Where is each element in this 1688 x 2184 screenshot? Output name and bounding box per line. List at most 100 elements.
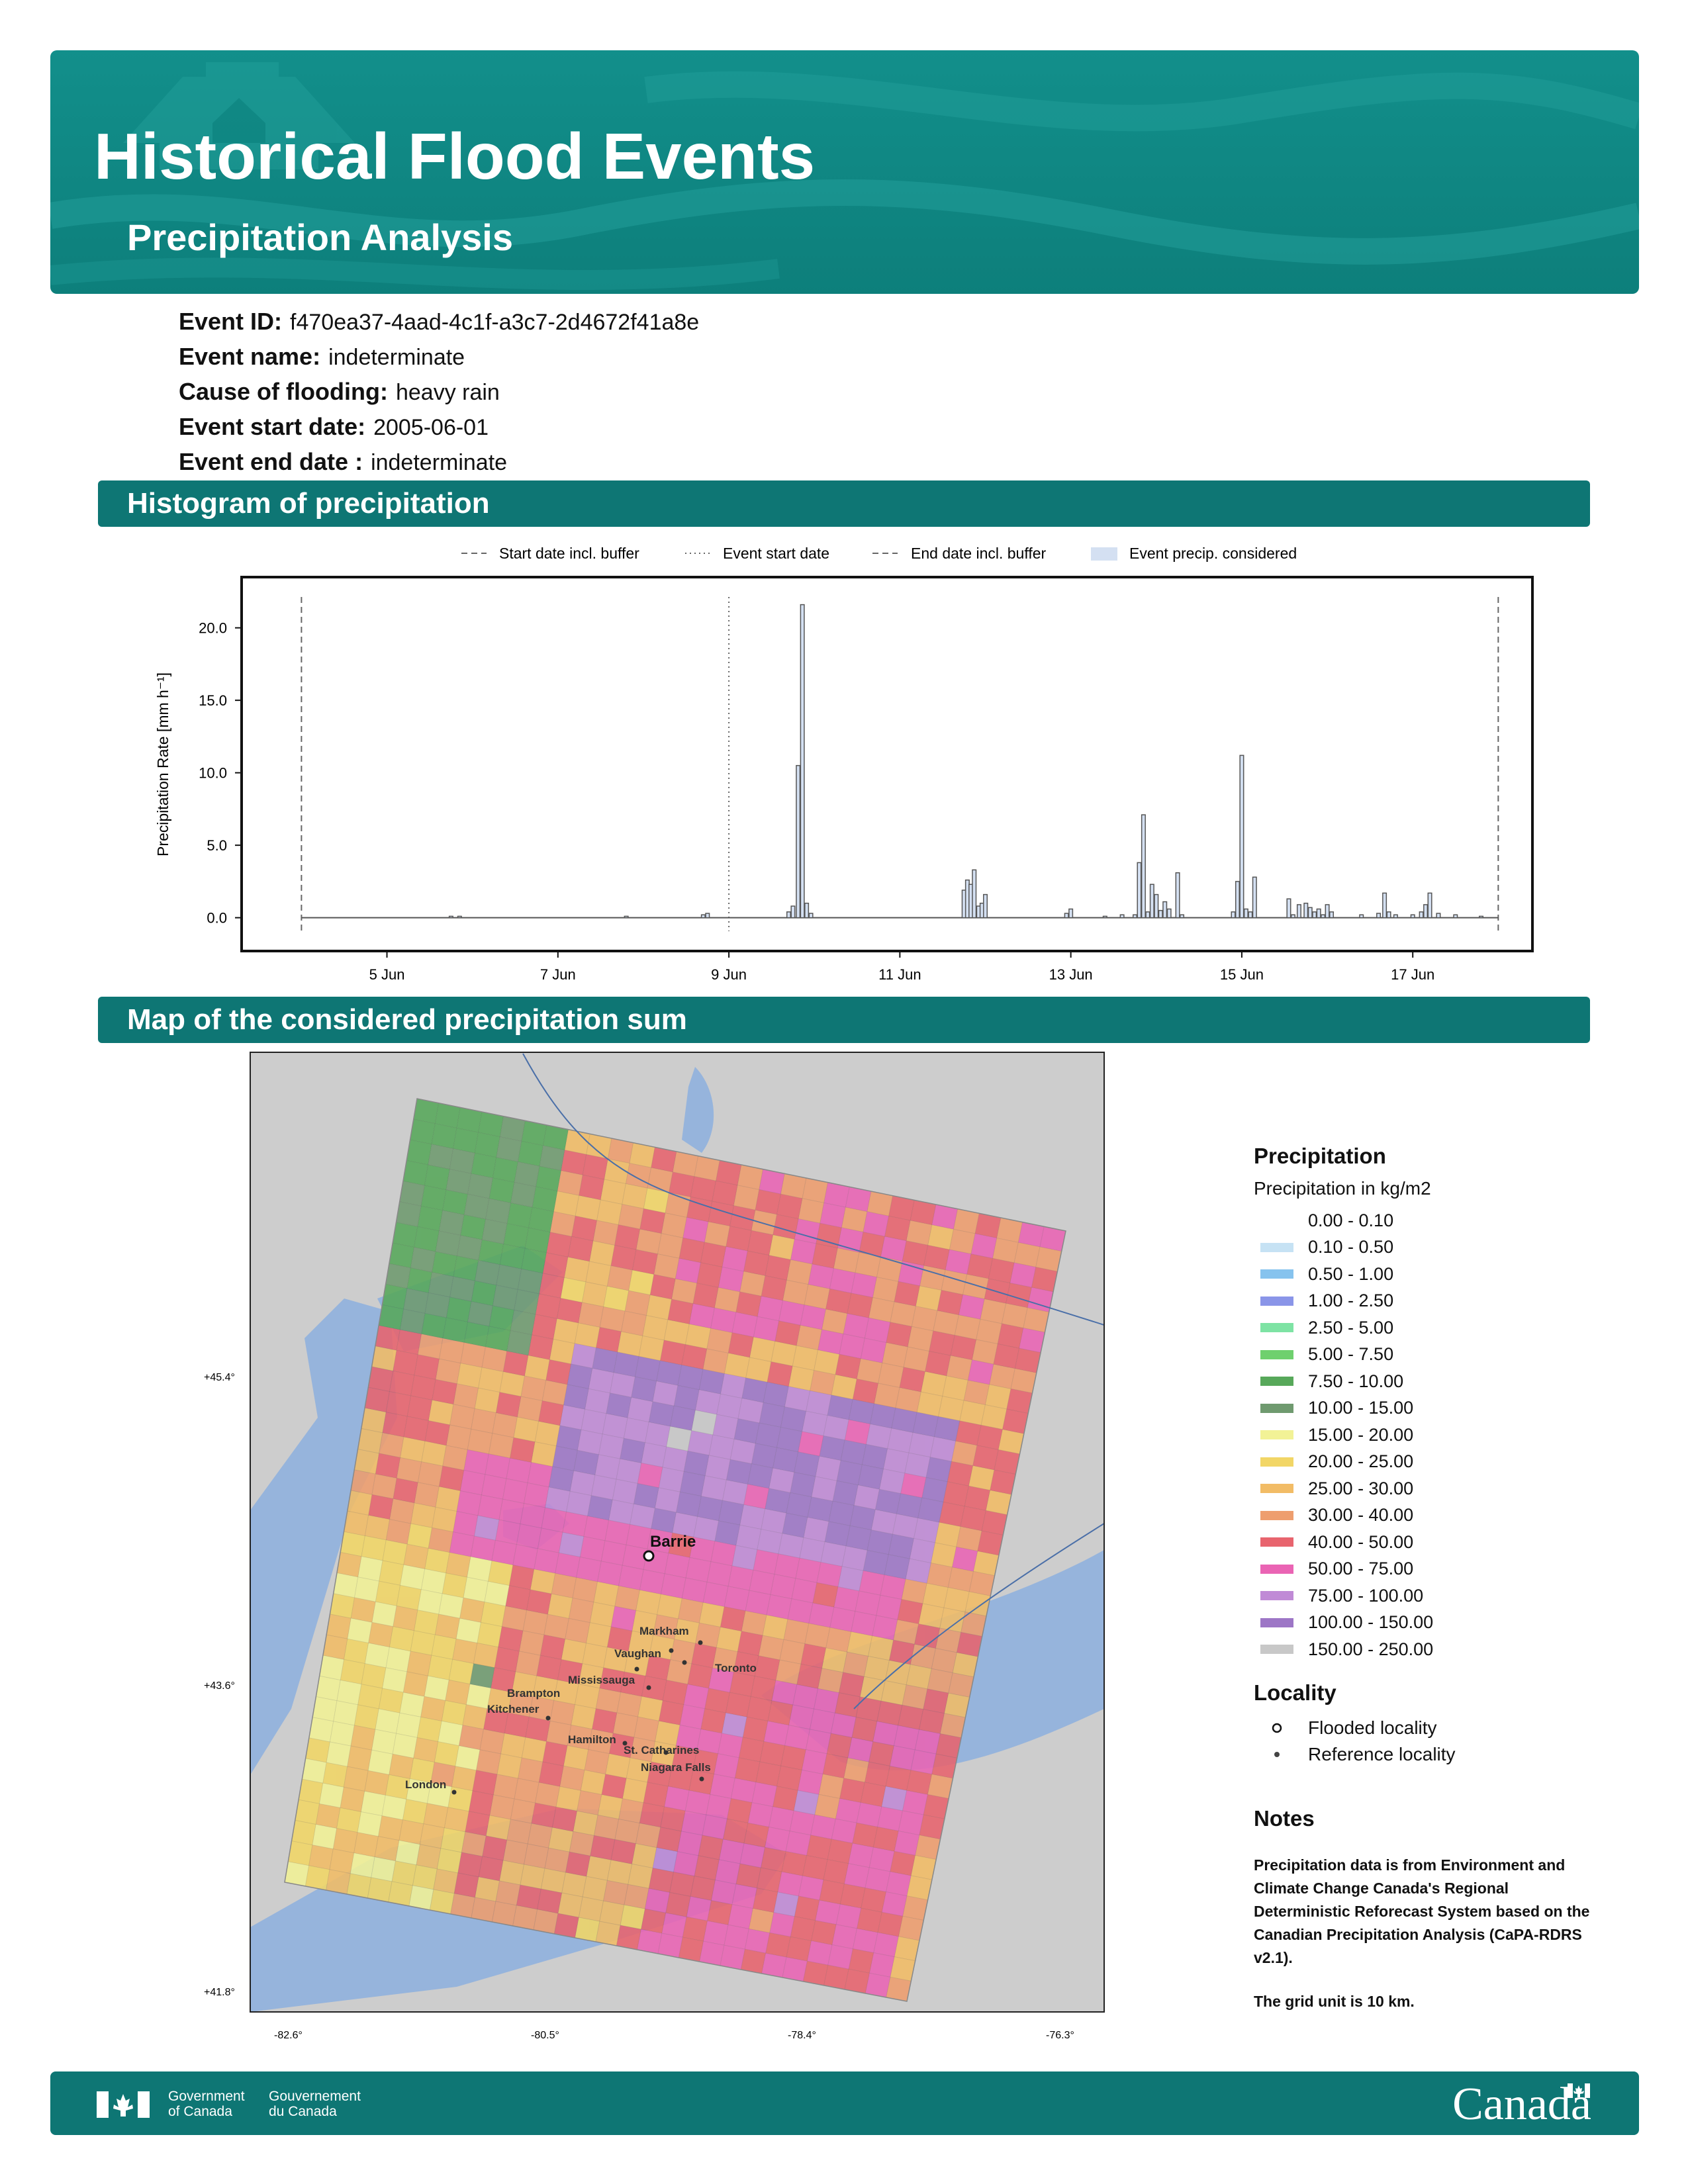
grid-cell (350, 1852, 375, 1878)
grid-cell (714, 1859, 741, 1885)
legend-bin-label: 40.00 - 50.00 (1308, 1531, 1414, 1552)
legend-event-start-label: Event start date (723, 545, 829, 562)
precip-bar (1312, 911, 1317, 919)
grid-cell (769, 1912, 795, 1938)
grid-cell (806, 1835, 832, 1860)
y-axis-label: Precipitation Rate [mm h⁻¹] (154, 672, 171, 856)
gov-en-line-2: of Canada (168, 2104, 232, 2119)
grid-cell (495, 1880, 521, 1906)
grid-cell (343, 1766, 369, 1792)
precip-bar (700, 914, 706, 919)
grid-cell (582, 1876, 608, 1901)
grid-cell (502, 1839, 528, 1865)
locality-label-markham: Markham (639, 1625, 689, 1637)
precip-bar (1175, 872, 1180, 919)
grid-cell (340, 1786, 365, 1813)
legend-bin-label: 100.00 - 150.00 (1308, 1612, 1434, 1633)
legend-bin: 15.00 - 20.00 (1254, 1422, 1598, 1449)
grid-cell (881, 1891, 908, 1917)
grid-cell (318, 1782, 344, 1809)
grid-cell (534, 1782, 561, 1807)
precip-bar (983, 893, 988, 919)
grid-cell (614, 1819, 640, 1844)
grid-cell (364, 1770, 390, 1796)
grid-cell (602, 1880, 629, 1905)
lon-label-78-4: -78.4° (788, 2030, 816, 2041)
grid-cell (811, 1920, 837, 1946)
grid-cell (669, 1872, 695, 1897)
grid-cell (861, 1887, 887, 1913)
grid-cell (806, 1940, 833, 1966)
grid-cell (698, 1835, 724, 1860)
grid-cell (601, 1774, 627, 1799)
grid-cell (639, 1802, 665, 1828)
precip-bar (1154, 893, 1159, 919)
y-tick-label: 15.0 (199, 692, 227, 709)
x-tick-label: 13 Jun (1049, 966, 1093, 983)
precip-bar (1119, 914, 1125, 919)
locality-label-barrie: Barrie (650, 1533, 696, 1551)
grid-cell (569, 1831, 595, 1856)
precip-bar (1145, 911, 1150, 919)
x-tick-label: 11 Jun (878, 966, 921, 983)
precipitation-map: +45.4° +43.6° +41.8° -82.6° -80.5° -78.4… (192, 1047, 1132, 2046)
canada-flag-icon (97, 2091, 150, 2118)
grid-cell (436, 1848, 462, 1874)
legend-swatch (1260, 1537, 1293, 1547)
grid-cell (756, 1867, 782, 1893)
gov-signature-fr: Gouvernement du Canada (269, 2089, 361, 2119)
legend-reference-locality: Reference locality (1254, 1741, 1598, 1768)
legend-flooded-label: Flooded locality (1308, 1717, 1437, 1738)
legend-bin: 30.00 - 40.00 (1254, 1502, 1598, 1529)
precip-bar (1423, 904, 1429, 919)
grid-cell (500, 1733, 526, 1758)
grid-cell (496, 1753, 522, 1779)
grid-cell (648, 1867, 675, 1893)
grid-cell (652, 1847, 679, 1873)
grid-cell (520, 1864, 545, 1889)
legend-swatch (1260, 1564, 1293, 1574)
grid-cell (673, 1851, 699, 1877)
legend-swatch (1260, 1377, 1293, 1387)
grid-cell (743, 1822, 770, 1848)
locality-label-mississauga: Mississauga (568, 1674, 635, 1686)
legend-bins: 0.00 - 0.10 0.10 - 0.50 0.50 - 1.00 1.00 - … (1254, 1207, 1598, 1663)
grid-cell (839, 1883, 866, 1909)
grid-cell (455, 1745, 481, 1771)
grid-cell (620, 1904, 645, 1930)
precip-bar (1252, 876, 1257, 919)
grid-cell (472, 1770, 498, 1796)
grid-cell (413, 1737, 439, 1763)
grid-cell (475, 1749, 502, 1775)
precip-bar (800, 604, 805, 919)
reference-marker-vaughan (682, 1660, 687, 1665)
precip-bar (1321, 914, 1326, 919)
grid-cell (395, 1840, 420, 1866)
wordmark-flag-icon (1568, 2083, 1590, 2098)
grid-cell (329, 1848, 355, 1874)
grid-cell (518, 1757, 543, 1783)
precip-bar (1296, 904, 1301, 919)
precip-bar (1180, 914, 1185, 919)
legend-bin-label: 5.00 - 7.50 (1308, 1344, 1394, 1365)
y-tick-label: 0.0 (207, 910, 227, 927)
grid-cell (416, 1844, 442, 1870)
grid-cell (586, 1855, 612, 1881)
plot-frame (240, 576, 1534, 952)
grid-cell (865, 1867, 891, 1893)
legend-title: Precipitation (1254, 1144, 1386, 1168)
grid-cell (718, 1839, 745, 1864)
grid-cell (291, 1819, 316, 1846)
y-tick-label: 20.0 (199, 620, 227, 637)
legend-swatch (1260, 1323, 1293, 1333)
grid-cell (347, 1745, 373, 1771)
grid-cell (353, 1832, 379, 1858)
x-tick-label: 9 Jun (711, 966, 747, 983)
grid-cell (744, 1928, 771, 1954)
precip-bar (1303, 902, 1309, 919)
grid-cell (677, 1831, 703, 1856)
legend-bin-label: 25.00 - 30.00 (1308, 1478, 1414, 1498)
grid-cell (831, 1924, 858, 1950)
grid-cell (378, 1688, 404, 1713)
grid-cell (802, 1854, 828, 1880)
